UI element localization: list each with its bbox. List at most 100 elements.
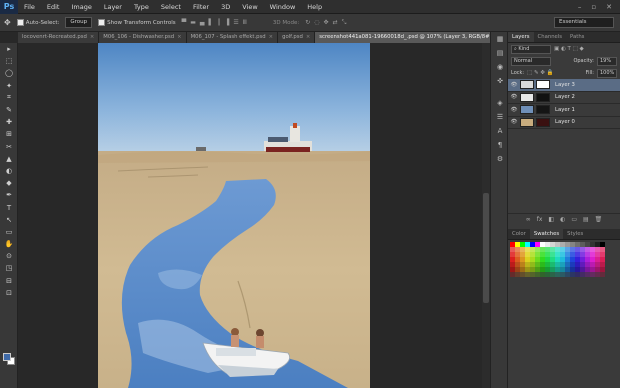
layer-row[interactable]: 👁 Layer 1 (508, 104, 620, 117)
layer-footer-icon[interactable]: ▭ (571, 216, 577, 223)
menu-edit[interactable]: Edit (41, 0, 66, 14)
3d-scale-icon[interactable]: ⤡ (342, 19, 347, 27)
minimize-icon[interactable]: – (578, 3, 582, 11)
tab-layers[interactable]: Layers (508, 32, 534, 42)
vertical-scrollbar[interactable] (482, 43, 490, 388)
color-swatch[interactable] (600, 272, 605, 277)
move-tool-icon[interactable]: ✥ (4, 18, 11, 27)
tool-icon[interactable]: ✦ (0, 80, 18, 92)
document-canvas[interactable] (98, 43, 370, 388)
foreground-color-swatch[interactable] (3, 353, 11, 361)
tool-icon[interactable]: ⊟ (0, 275, 18, 287)
layer-footer-icon[interactable]: fx (537, 216, 543, 223)
tool-icon[interactable]: ◳ (0, 262, 18, 274)
3d-rotate-icon[interactable]: ↻ (305, 19, 310, 27)
document-tab[interactable]: locovenrt-Recreated.psd × (18, 32, 100, 43)
filter-icons[interactable]: ▣ ◐ T ⬚ ◆ (554, 46, 584, 52)
align-top-icon[interactable]: ▀ (182, 19, 187, 26)
lock-icons[interactable]: ⬚ ✎ ✥ 🔒 (527, 70, 554, 76)
document-tab[interactable]: M06_106 - Dishwasher.psd × (99, 32, 187, 43)
auto-select-checkbox[interactable] (16, 19, 24, 26)
layer-row[interactable]: 👁 Layer 0 (508, 117, 620, 129)
document-tab[interactable]: screenshot441a081-19660018d_.psd @ 107% … (315, 32, 498, 43)
close-tab-icon[interactable]: × (177, 32, 181, 43)
tool-icon[interactable]: ▭ (0, 226, 18, 238)
tool-icon[interactable]: ⊞ (0, 128, 18, 140)
close-tab-icon[interactable]: × (306, 32, 310, 43)
tool-icon[interactable]: ▲ (0, 153, 18, 165)
panel-icon[interactable]: ▦ (491, 32, 509, 46)
tool-icon[interactable]: ◆ (0, 177, 18, 189)
align-bottom-icon[interactable]: ▄ (200, 19, 205, 26)
layer-footer-icon[interactable]: 🗑 (595, 216, 603, 223)
menu-select[interactable]: Select (155, 0, 187, 14)
menu-help[interactable]: Help (301, 0, 328, 14)
tab-channels[interactable]: Channels (534, 32, 567, 42)
menu-layer[interactable]: Layer (98, 0, 128, 14)
panel-icon[interactable]: A (491, 124, 509, 138)
panel-icon[interactable]: ⚙ (491, 152, 509, 166)
close-tab-icon[interactable]: × (269, 32, 273, 43)
tool-icon[interactable]: ⊙ (0, 250, 18, 262)
tab-swatches[interactable]: Swatches (529, 229, 564, 239)
close-tab-icon[interactable]: × (90, 32, 94, 43)
panel-icon[interactable]: ◉ (491, 60, 509, 74)
layer-row[interactable]: 👁 Layer 2 (508, 92, 620, 104)
distribute-icon[interactable]: ☰ (233, 19, 238, 26)
distribute-h-icon[interactable]: Ⅲ (243, 19, 247, 26)
tab-color[interactable]: Color (508, 229, 530, 239)
menu-view[interactable]: View (236, 0, 263, 14)
document-tab[interactable]: M06_107 - Splash effekt.psd × (186, 32, 279, 43)
visibility-eye-icon[interactable]: 👁 (510, 107, 518, 113)
align-left-icon[interactable]: ▌ (209, 19, 214, 26)
panel-icon[interactable]: ✜ (491, 74, 509, 88)
layer-footer-icon[interactable]: ◐ (560, 216, 565, 223)
auto-select-option[interactable]: Auto-Select: (16, 19, 59, 26)
kind-filter-dropdown[interactable]: ⌕ Kind (511, 44, 551, 54)
layer-row[interactable]: 👁 Layer 3 (508, 79, 620, 92)
tab-styles[interactable]: Styles (563, 229, 587, 239)
menu-window[interactable]: Window (264, 0, 302, 14)
layer-footer-icon[interactable]: ◧ (548, 216, 554, 223)
panel-icon[interactable]: ▤ (491, 46, 509, 60)
close-icon[interactable]: ✕ (606, 3, 612, 11)
tool-icon[interactable]: ⬚ (0, 55, 18, 67)
tool-icon[interactable]: ⊡ (0, 287, 18, 299)
auto-select-dropdown[interactable]: Group (65, 17, 93, 28)
panel-icon[interactable]: ◈ (491, 96, 509, 110)
align-middle-icon[interactable]: ▬ (190, 19, 196, 26)
panel-icon[interactable]: ☰ (491, 110, 509, 124)
blend-mode-dropdown[interactable]: Normal (511, 56, 551, 66)
workspace-dropdown[interactable]: Essentials (554, 17, 614, 28)
opacity-field[interactable]: 19% (597, 56, 617, 66)
maximize-icon[interactable]: ▫ (591, 3, 596, 11)
tool-icon[interactable]: ↖ (0, 214, 18, 226)
tool-icon[interactable]: ▸ (0, 43, 18, 55)
visibility-eye-icon[interactable]: 👁 (510, 119, 518, 125)
transform-controls-checkbox[interactable] (98, 19, 106, 26)
tab-paths[interactable]: Paths (566, 32, 588, 42)
fill-field[interactable]: 100% (597, 68, 617, 78)
document-tab[interactable]: golf.psd × (278, 32, 316, 43)
tool-icon[interactable]: ◯ (0, 67, 18, 79)
menu-filter[interactable]: Filter (187, 0, 215, 14)
scrollbar-thumb[interactable] (483, 193, 489, 303)
tool-icon[interactable]: ✚ (0, 116, 18, 128)
3d-roll-icon[interactable]: ◌ (314, 19, 319, 27)
panel-icon[interactable]: ¶ (491, 138, 509, 152)
visibility-eye-icon[interactable]: 👁 (510, 82, 518, 88)
tool-icon[interactable]: ◐ (0, 165, 18, 177)
layer-footer-icon[interactable]: ▤ (583, 216, 589, 223)
tool-icon[interactable]: ✎ (0, 104, 18, 116)
menu-type[interactable]: Type (128, 0, 155, 14)
menu-file[interactable]: File (18, 0, 41, 14)
tool-icon[interactable]: ✒ (0, 189, 18, 201)
menu-3d[interactable]: 3D (215, 0, 236, 14)
layer-footer-icon[interactable]: ∞ (526, 216, 531, 223)
align-right-icon[interactable]: ▐ (225, 19, 230, 26)
3d-pan-icon[interactable]: ✥ (324, 19, 329, 27)
align-center-icon[interactable]: ┃ (217, 19, 221, 26)
3d-slide-icon[interactable]: ⇄ (333, 19, 338, 27)
transform-controls-option[interactable]: Show Transform Controls (98, 19, 176, 26)
tool-icon[interactable]: ✋ (0, 238, 18, 250)
